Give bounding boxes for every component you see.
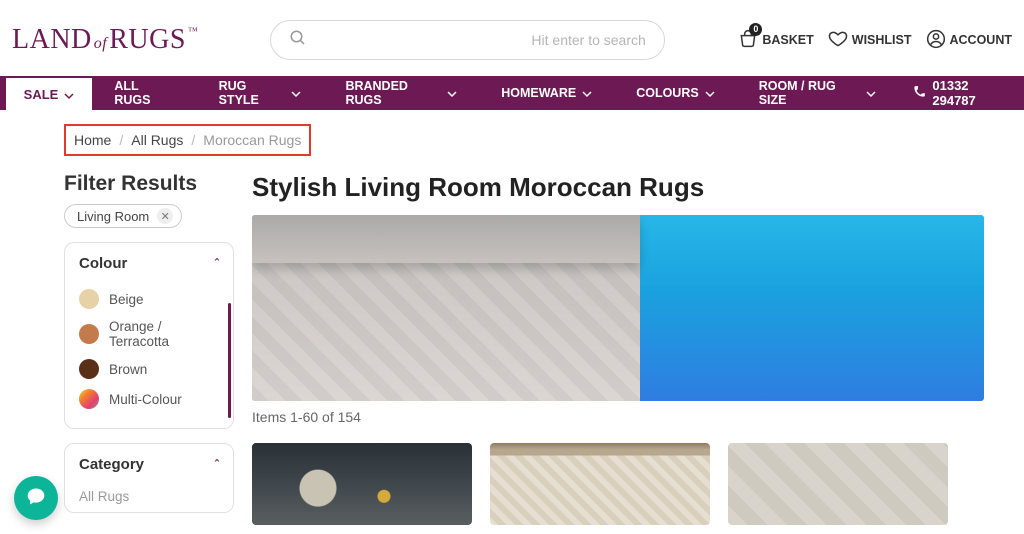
category-panel: Category ˆ All Rugs [64,443,234,513]
breadcrumb: Home / All Rugs / Moroccan Rugs [64,124,311,156]
colour-label: Beige [109,292,144,307]
hero-image [252,215,640,401]
nav-homeware[interactable]: HOMEWARE [479,76,614,110]
header-actions: 0 BASKET WISHLIST ACCOUNT [738,29,1012,52]
basket-count-badge: 0 [749,23,762,36]
nav-phone[interactable]: 01332 294787 [898,76,1024,110]
nav-label: COLOURS [636,86,699,100]
colour-option-beige[interactable]: Beige [79,284,219,314]
category-panel-header[interactable]: Category ˆ [79,456,219,473]
nav-sale-label: SALE [24,87,59,102]
colour-label: Brown [109,362,147,377]
colour-heading: Colour [79,255,127,272]
logo-text-rugs: RUGS [109,24,186,56]
collapse-icon: ˆ [215,256,219,271]
nav-room-rug-size[interactable]: ROOM / RUG SIZE [737,76,899,110]
swatch-icon [79,389,99,409]
nav-all-rugs[interactable]: ALL RUGS [92,76,196,110]
wishlist-label: WISHLIST [852,33,912,47]
breadcrumb-current: Moroccan Rugs [203,132,301,148]
nav-colours[interactable]: COLOURS [614,76,737,110]
nav-label: HOMEWARE [501,86,576,100]
heart-icon [828,29,848,52]
colour-panel-header[interactable]: Colour ˆ [79,255,219,272]
product-card[interactable] [490,443,710,525]
chat-widget-button[interactable] [14,476,58,520]
colour-option-orange[interactable]: Orange / Terracotta [79,314,219,354]
chevron-down-icon [705,88,715,98]
wishlist-button[interactable]: WISHLIST [828,29,912,52]
logo-tm: ™ [188,26,198,37]
phone-number: 01332 294787 [932,78,1010,108]
breadcrumb-home[interactable]: Home [74,132,111,148]
collapse-icon: ˆ [215,457,219,472]
account-button[interactable]: ACCOUNT [926,29,1013,52]
product-card[interactable] [728,443,948,525]
breadcrumb-sep: / [119,132,123,148]
phone-icon [912,85,926,102]
content-area: Home / All Rugs / Moroccan Rugs Filter R… [0,110,1024,527]
main-area: Stylish Living Room Moroccan Rugs Items … [252,172,984,527]
nav-label: ROOM / RUG SIZE [759,79,861,107]
basket-label: BASKET [762,33,813,47]
filter-sidebar: Filter Results Living Room ✕ Colour ˆ Be… [64,172,234,527]
chevron-down-icon [291,88,301,98]
chip-label: Living Room [77,209,149,224]
chat-icon [26,486,46,511]
chevron-down-icon [582,88,592,98]
swatch-icon [79,324,99,344]
nav-sale[interactable]: SALE [6,76,93,110]
basket-button[interactable]: 0 BASKET [738,29,813,52]
category-option-all[interactable]: All Rugs [79,485,219,508]
site-header: LAND of RUGS ™ 0 BASKET WISHLIST [0,0,1024,76]
logo-text-of: of [94,35,107,53]
hero-gradient-panel [640,215,984,401]
search-input[interactable] [317,32,646,48]
basket-icon: 0 [738,29,758,52]
swatch-icon [79,359,99,379]
product-grid [252,443,984,525]
search-wrap [216,20,718,60]
nav-label: ALL RUGS [114,79,174,107]
nav-label: BRANDED RUGS [345,79,441,107]
colour-option-multi[interactable]: Multi-Colour [79,384,219,414]
breadcrumb-all-rugs[interactable]: All Rugs [131,132,183,148]
hero-banner[interactable] [252,215,984,401]
breadcrumb-sep: / [191,132,195,148]
colour-option-brown[interactable]: Brown [79,354,219,384]
page-title: Stylish Living Room Moroccan Rugs [252,172,984,203]
swatch-icon [79,289,99,309]
main-nav: SALE ALL RUGS RUG STYLE BRANDED RUGS HOM… [0,76,1024,110]
remove-chip-icon[interactable]: ✕ [157,208,173,224]
scroll-indicator[interactable] [228,303,231,418]
nav-branded-rugs[interactable]: BRANDED RUGS [323,76,479,110]
search-icon [289,29,307,52]
nav-rug-style[interactable]: RUG STYLE [197,76,324,110]
account-label: ACCOUNT [950,33,1013,47]
product-card[interactable] [252,443,472,525]
user-icon [926,29,946,52]
chevron-down-icon [64,89,74,99]
chevron-down-icon [447,88,457,98]
chevron-down-icon [866,88,876,98]
logo-text-land: LAND [12,24,92,56]
results-count: Items 1-60 of 154 [252,409,984,425]
colour-label: Multi-Colour [109,392,182,407]
active-filter-chip[interactable]: Living Room ✕ [64,204,182,228]
brand-logo[interactable]: LAND of RUGS ™ [12,24,196,56]
filter-title: Filter Results [64,172,234,196]
nav-label: RUG STYLE [219,79,286,107]
colour-label: Orange / Terracotta [109,319,219,349]
category-heading: Category [79,456,144,473]
colour-panel: Colour ˆ Beige Orange / Terracotta Brown [64,242,234,429]
search-box[interactable] [270,20,665,60]
